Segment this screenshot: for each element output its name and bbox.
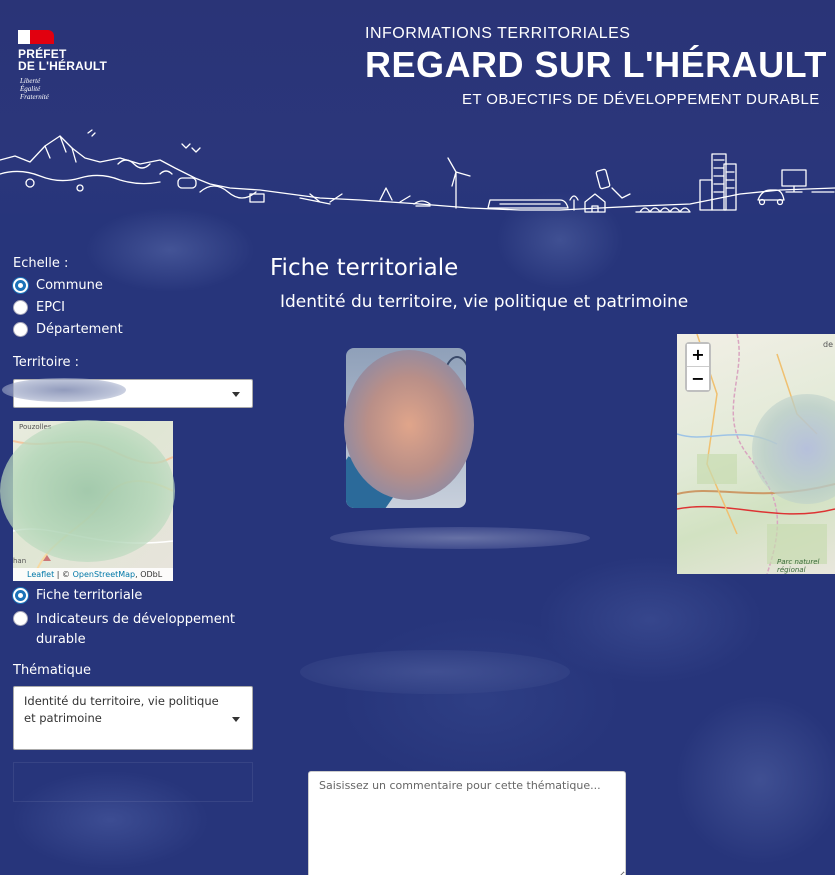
header-kicker: INFORMATIONS TERRITORIALES [365,25,631,42]
page-title: Fiche territoriale [270,255,459,281]
landscape-illustration-icon [0,129,835,213]
empty-panel [13,762,253,802]
radio-unselected-icon[interactable] [13,300,28,315]
motto-liberte: Liberté [20,77,41,85]
echelle-departement-label: Département [36,322,123,337]
map-label-top: de [823,340,833,349]
motto-egalite: Égalité [20,85,41,93]
header-subtitle: ET OBJECTIFS DE DÉVELOPPEMENT DURABLE [462,91,820,108]
echelle-radio-epci[interactable]: EPCI [13,300,65,315]
zoom-in-button[interactable]: + [687,344,709,367]
radio-selected-icon[interactable] [13,588,28,603]
header-title: REGARD SUR L'HÉRAULT [365,44,827,85]
chevron-down-icon [232,717,240,722]
thematique-value: Identité du territoire, vie politique et… [24,694,219,725]
map-label-park: Parc naturel régional [777,558,820,574]
echelle-epci-label: EPCI [36,300,65,315]
prefecture-logo: PRÉFET DE L'HÉRAULT [18,48,107,72]
thematique-label: Thématique [13,663,92,678]
view-radio-fiche[interactable]: Fiche territoriale [13,588,142,603]
thematique-select[interactable]: Identité du territoire, vie politique et… [13,686,253,750]
redacted-territory-name [2,378,126,402]
redacted-minimap-area [0,420,175,562]
zoom-out-button[interactable]: − [687,367,709,390]
radio-unselected-icon[interactable] [13,322,28,337]
radio-unselected-icon[interactable] [13,611,28,626]
echelle-radio-departement[interactable]: Département [13,322,123,337]
minimap-place-bottom: han [13,557,27,565]
redacted-info-block [300,650,570,694]
osm-link[interactable]: OpenStreetMap [73,570,136,579]
redacted-face [344,350,474,500]
map-zoom-control: + − [685,342,711,392]
redacted-mayor-name [330,527,590,549]
echelle-label: Echelle : [13,256,69,271]
republic-motto: Liberté Égalité Fraternité [20,77,49,101]
view-fiche-label: Fiche territoriale [36,588,143,603]
view-radio-indicateurs[interactable]: Indicateurs de développement durable [13,610,243,650]
echelle-radio-commune[interactable]: Commune [13,278,103,293]
leaflet-link[interactable]: Leaflet [27,570,54,579]
chevron-down-icon [232,392,240,397]
odbl-text: , ODbL [135,570,163,579]
marianne-logo-icon [18,30,54,44]
prefecture-line2: DE L'HÉRAULT [18,59,108,73]
page-subtitle: Identité du territoire, vie politique et… [280,292,689,312]
attribution-separator: | © [54,570,73,579]
territoire-label: Territoire : [13,355,80,370]
echelle-commune-label: Commune [36,278,103,293]
view-indicateurs-label: Indicateurs de développement durable [36,612,236,647]
comment-textarea[interactable] [308,771,626,875]
map-attribution: Leaflet | © OpenStreetMap, ODbL [13,568,173,581]
radio-selected-icon[interactable] [13,278,28,293]
motto-fraternite: Fraternité [20,93,49,101]
header-banner: PRÉFET DE L'HÉRAULT Liberté Égalité Frat… [0,0,835,220]
